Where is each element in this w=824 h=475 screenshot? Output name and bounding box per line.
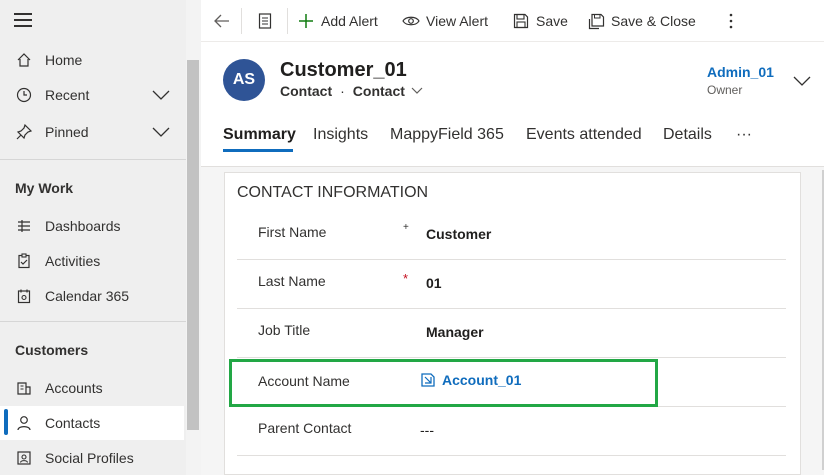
- tab-insights[interactable]: Insights: [313, 126, 368, 144]
- subtitle-separator: ·: [340, 83, 345, 99]
- pin-icon: [15, 123, 33, 141]
- sidebar-item-activities[interactable]: Activities: [0, 244, 184, 278]
- command-divider: [241, 8, 242, 34]
- field-divider: [237, 357, 786, 358]
- sidebar-item-dashboards[interactable]: Dashboards: [0, 209, 184, 243]
- highlight-box: [229, 359, 658, 407]
- arrow-left-icon: [213, 12, 231, 30]
- form-selector[interactable]: Contact: [353, 83, 405, 99]
- profile-icon: [15, 449, 33, 467]
- command-divider: [287, 8, 288, 34]
- clipboard-icon: [15, 252, 33, 270]
- document-icon: [256, 12, 274, 30]
- sidebar-item-label: Social Profiles: [45, 450, 134, 466]
- save-close-label: Save & Close: [611, 13, 696, 29]
- sidebar-item-social-profiles[interactable]: Social Profiles: [0, 441, 184, 475]
- save-close-icon: [587, 12, 605, 30]
- selected-indicator: [4, 409, 8, 435]
- required-indicator: *: [403, 271, 409, 286]
- hamburger-menu-icon[interactable]: [14, 13, 32, 27]
- sidebar-item-label: Activities: [45, 253, 101, 269]
- chevron-down-icon[interactable]: [411, 87, 423, 95]
- field-divider: [237, 308, 786, 309]
- owner-label: Owner: [707, 83, 743, 97]
- chevron-down-icon[interactable]: [151, 88, 171, 102]
- form-view-button[interactable]: [256, 0, 280, 42]
- save-close-button[interactable]: Save & Close: [587, 0, 696, 42]
- avatar: AS: [223, 59, 265, 101]
- sidebar-item-label: Calendar 365: [45, 288, 130, 304]
- add-alert-button[interactable]: Add Alert: [297, 0, 378, 42]
- chevron-down-icon[interactable]: [793, 74, 811, 86]
- field-value-first-name[interactable]: Customer: [426, 226, 491, 242]
- tab-summary[interactable]: Summary: [223, 126, 296, 144]
- sidebar-item-accounts[interactable]: Accounts: [0, 371, 184, 405]
- field-value-last-name[interactable]: 01: [426, 275, 442, 291]
- save-button[interactable]: Save: [512, 0, 568, 42]
- person-icon: [15, 414, 33, 432]
- entity-name: Contact: [280, 83, 333, 99]
- sidebar-item-label: Accounts: [45, 380, 103, 396]
- field-label-job-title: Job Title: [258, 322, 311, 338]
- sidebar-item-label: Pinned: [45, 124, 89, 140]
- sidebar-item-pinned[interactable]: Pinned: [0, 115, 184, 149]
- record-header: AS Customer_01 Contact · Contact Admin_0…: [201, 42, 824, 167]
- record-title: Customer_01: [280, 59, 407, 81]
- sidebar-divider: [0, 321, 186, 322]
- view-alert-button[interactable]: View Alert: [402, 0, 488, 42]
- field-value-parent-contact[interactable]: ---: [420, 422, 434, 438]
- section-title: CONTACT INFORMATION: [237, 184, 429, 201]
- field-divider: [237, 259, 786, 260]
- field-label-first-name: First Name: [258, 224, 327, 240]
- back-button[interactable]: [213, 0, 237, 42]
- field-value-job-title[interactable]: Manager: [426, 324, 484, 340]
- building-icon: [15, 379, 33, 397]
- sidebar-item-home[interactable]: Home: [0, 43, 184, 77]
- owner-link[interactable]: Admin_01: [707, 64, 774, 80]
- sidebar-item-recent[interactable]: Recent: [0, 78, 184, 112]
- field-divider: [237, 455, 786, 456]
- sidebar-divider: [0, 159, 186, 160]
- dashboard-icon: [15, 217, 33, 235]
- sidebar-item-calendar[interactable]: Calendar 365: [0, 279, 184, 313]
- command-bar: Add Alert View Alert Save Save & Close: [201, 0, 824, 42]
- home-icon: [15, 51, 33, 69]
- sidebar-scrollbar-thumb[interactable]: [187, 60, 199, 430]
- tab-more[interactable]: ···: [736, 126, 752, 144]
- field-label-parent-contact: Parent Contact: [258, 420, 352, 436]
- add-alert-label: Add Alert: [321, 13, 378, 29]
- sidebar-item-label: Home: [45, 52, 83, 68]
- field-label-last-name: Last Name: [258, 273, 326, 289]
- eye-icon: [402, 12, 420, 30]
- calendar-icon: [15, 287, 33, 305]
- sidebar: Home Recent Pinned My Work Dashboards Ac…: [0, 0, 201, 475]
- view-alert-label: View Alert: [426, 13, 488, 29]
- vertical-ellipsis-icon: [722, 12, 740, 30]
- tab-mappyfield-365[interactable]: MappyField 365: [390, 126, 504, 144]
- save-label: Save: [536, 13, 568, 29]
- section-heading-customers: Customers: [15, 342, 89, 358]
- more-commands-button[interactable]: [722, 0, 746, 42]
- tab-details[interactable]: Details: [663, 126, 712, 144]
- chevron-down-icon[interactable]: [151, 125, 171, 139]
- sidebar-item-label: Contacts: [45, 415, 101, 431]
- tab-events-attended[interactable]: Events attended: [526, 126, 642, 144]
- sidebar-item-contacts[interactable]: Contacts: [0, 406, 184, 440]
- section-heading-my-work: My Work: [15, 180, 74, 196]
- active-tab-indicator: [223, 149, 293, 152]
- sidebar-item-label: Dashboards: [45, 218, 121, 234]
- save-icon: [512, 12, 530, 30]
- recommended-indicator: +: [403, 222, 409, 233]
- sidebar-item-label: Recent: [45, 87, 90, 103]
- record-subtitle: Contact · Contact: [280, 83, 423, 99]
- plus-icon: [297, 12, 315, 30]
- clock-icon: [15, 86, 33, 104]
